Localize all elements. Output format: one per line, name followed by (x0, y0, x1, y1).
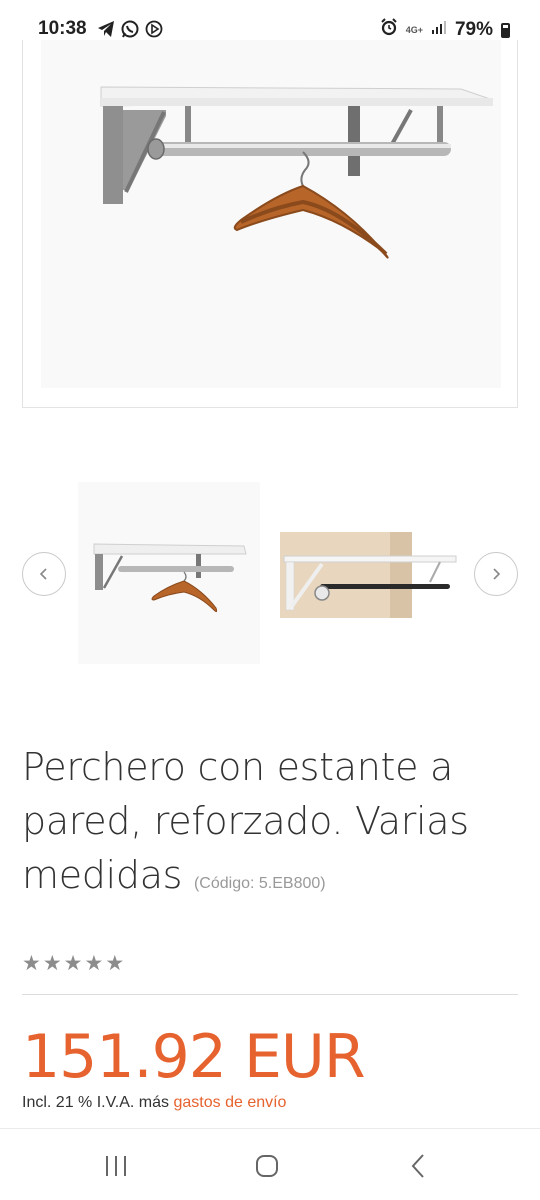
thumbnail-2[interactable] (280, 532, 460, 622)
chevron-left-icon (39, 568, 47, 580)
alarm-icon (380, 18, 398, 42)
status-right: 4G+ 79% (380, 18, 510, 42)
back-icon (411, 1154, 424, 1178)
tax-text: Incl. 21 % I.V.A. más (22, 1094, 174, 1111)
signal-icon (431, 19, 447, 41)
network-type: 4G+ (405, 25, 423, 35)
product-price: 151.92 EUR (22, 1022, 366, 1092)
back-button[interactable] (404, 1151, 434, 1181)
recents-icon (106, 1156, 126, 1176)
recent-apps-button[interactable] (101, 1151, 131, 1181)
main-product-image[interactable] (22, 40, 518, 408)
status-time: 10:38 (38, 18, 87, 39)
shipping-costs-link[interactable]: gastos de envío (173, 1094, 286, 1111)
thumbnail-carousel (0, 480, 540, 670)
carousel-next-button[interactable] (474, 552, 518, 596)
divider (22, 994, 518, 995)
star-icon: ★ (84, 952, 104, 975)
telegram-icon (96, 19, 116, 39)
battery-percent: 79% (454, 19, 493, 40)
whatsapp-icon (120, 19, 140, 39)
star-icon: ★ (105, 952, 125, 975)
home-icon (256, 1155, 278, 1177)
product-image-shelf (100, 86, 494, 259)
rating-stars[interactable]: ★ ★ ★ ★ ★ (22, 953, 124, 975)
main-image-area (41, 40, 501, 388)
star-icon: ★ (22, 952, 41, 975)
chevron-right-icon (493, 568, 501, 580)
home-button[interactable] (252, 1151, 282, 1181)
thumbnail-2-image (280, 532, 457, 618)
product-code: (Código: 5.EB800) (193, 875, 326, 892)
system-nav-bar (0, 1128, 540, 1200)
thumbnail-1-image (93, 543, 247, 613)
tax-info: Incl. 21 % I.V.A. más gastos de envío (22, 1094, 286, 1112)
product-title-block: Perchero con estante a pared, reforzado.… (22, 740, 522, 911)
carousel-prev-button[interactable] (22, 552, 66, 596)
notification-icons (96, 19, 164, 39)
battery-icon (501, 22, 510, 38)
thumbnail-1[interactable] (78, 482, 260, 664)
star-icon: ★ (42, 952, 62, 975)
star-icon: ★ (63, 952, 83, 975)
play-store-icon (144, 19, 164, 39)
